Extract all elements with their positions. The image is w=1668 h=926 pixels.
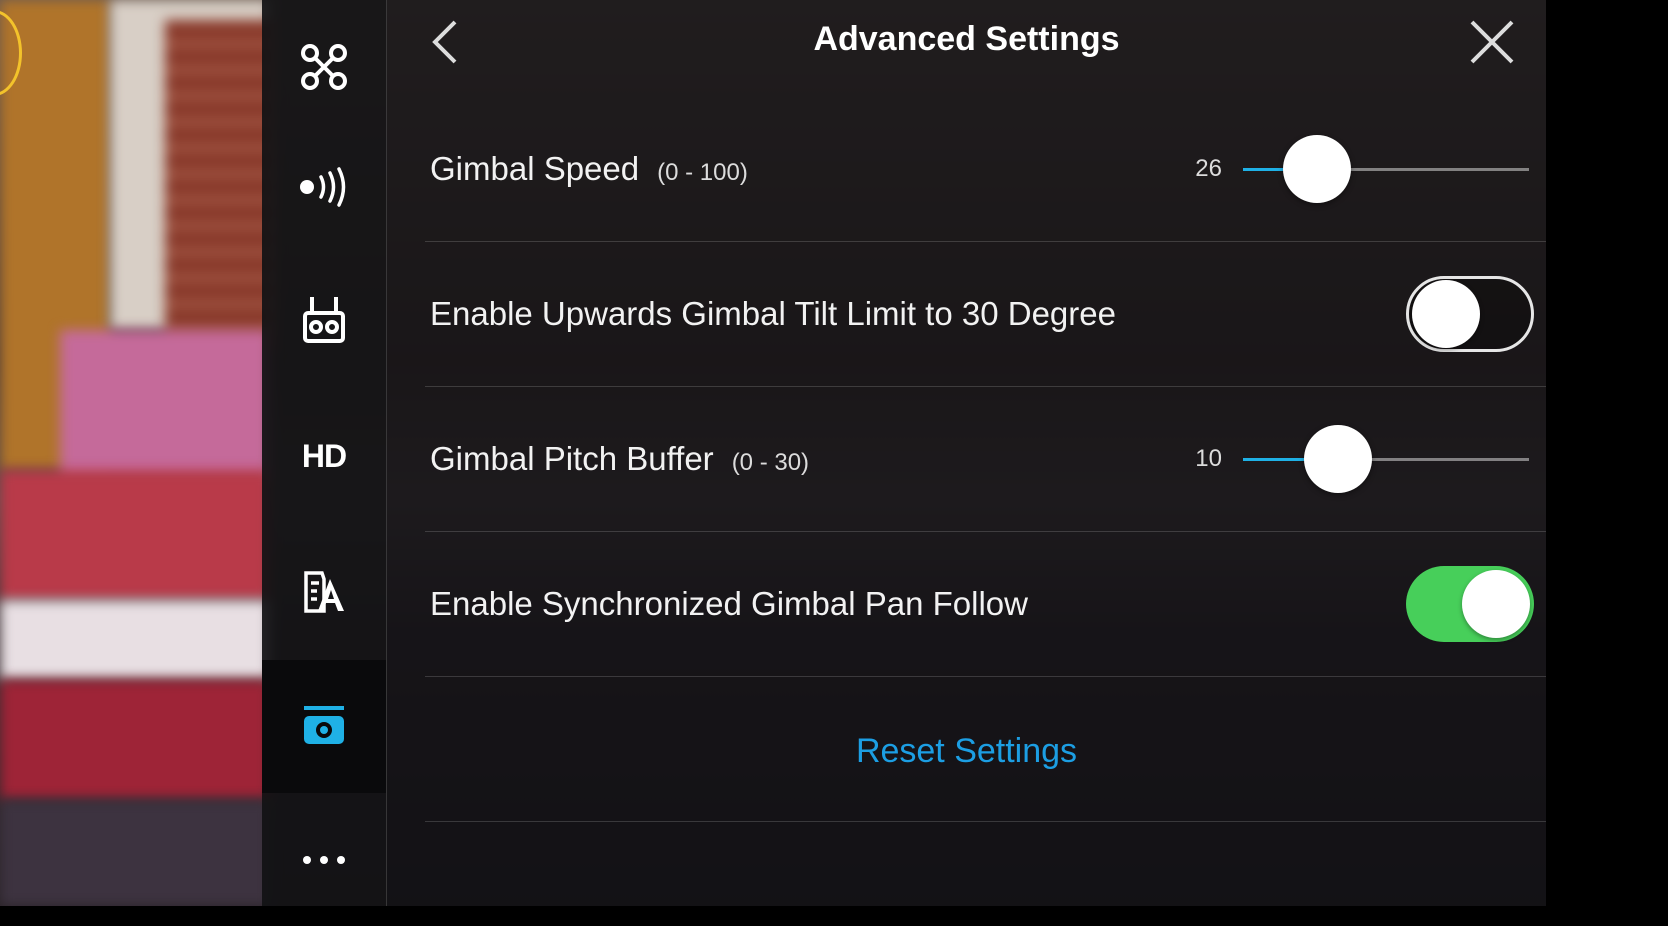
hd-label: HD [301,438,347,474]
more-icon [303,855,345,864]
divider [425,821,1546,822]
pan-follow-label: Enable Synchronized Gimbal Pan Follow [430,584,1028,622]
remote-controller-icon [303,296,345,343]
close-icon [1470,20,1514,64]
gimbal-speed-range: (0 - 100) [657,158,748,186]
sidebar-item-gimbal[interactable] [262,660,386,793]
sidebar-item-aircraft[interactable] [262,0,386,133]
gimbal-speed-label: Gimbal Speed (0 - 100) [430,149,748,187]
pitch-buffer-row: Gimbal Pitch Buffer (0 - 30) 10 [425,386,1546,532]
pan-follow-toggle[interactable] [1406,565,1534,642]
gimbal-camera-icon [304,705,344,744]
toggle-knob [1412,279,1480,348]
drone-icon [301,43,347,90]
pitch-buffer-label: Gimbal Pitch Buffer (0 - 30) [430,439,810,477]
pitch-buffer-value: 10 [1195,444,1222,472]
pitch-buffer-slider[interactable] [1243,425,1529,493]
tilt-limit-toggle[interactable] [1406,275,1534,352]
reset-settings-button[interactable]: Reset Settings [387,732,1546,771]
page-title: Advanced Settings [813,20,1120,58]
sidebar-item-more[interactable] [262,793,386,926]
sidebar-item-hd[interactable]: HD [262,390,386,523]
gimbal-speed-slider[interactable] [1243,135,1529,203]
sidebar-item-signal[interactable] [262,120,386,253]
panel-header: Advanced Settings [387,0,1546,84]
settings-sidebar: HD [262,0,387,906]
tilt-limit-row: Enable Upwards Gimbal Tilt Limit to 30 D… [425,241,1546,387]
advanced-settings-panel: Advanced Settings Gimbal Speed (0 - 100) … [387,0,1546,906]
signal-icon [300,166,346,207]
slider-knob[interactable] [1283,135,1352,203]
pitch-buffer-range: (0 - 30) [731,448,810,476]
close-button[interactable] [1468,18,1516,66]
sidebar-item-remote-controller[interactable] [262,253,386,386]
battery-icon [304,570,344,613]
gimbal-speed-value: 26 [1195,154,1222,182]
sidebar-item-battery[interactable] [262,525,386,658]
toggle-knob [1462,569,1530,638]
slider-knob[interactable] [1304,425,1373,493]
pan-follow-row: Enable Synchronized Gimbal Pan Follow [425,531,1546,677]
tilt-limit-label: Enable Upwards Gimbal Tilt Limit to 30 D… [430,294,1116,332]
gimbal-speed-row: Gimbal Speed (0 - 100) 26 [425,96,1546,242]
